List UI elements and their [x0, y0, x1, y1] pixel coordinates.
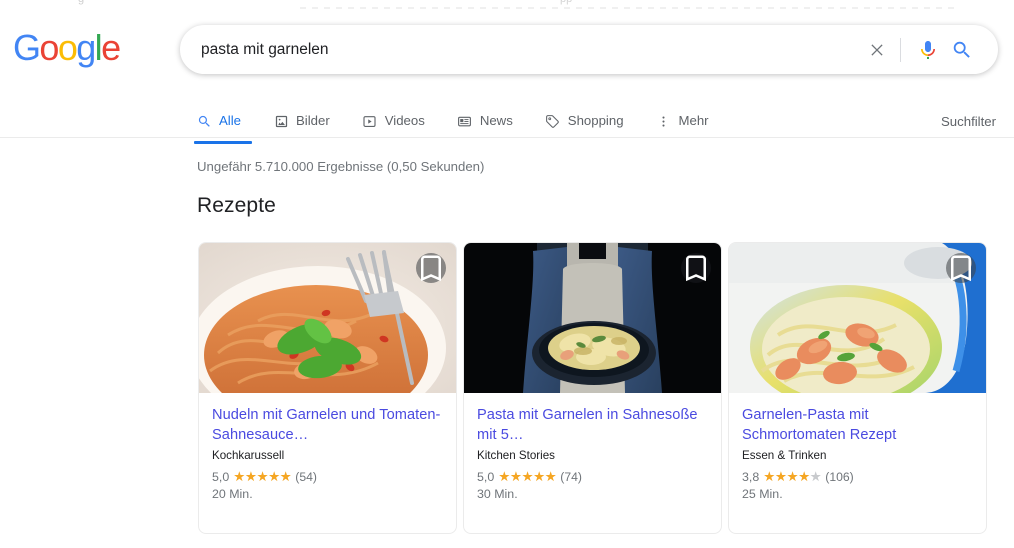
recipe-rating: 5,0 ★ ★ ★ ★ ★ (74): [477, 470, 708, 484]
recipe-source: Kitchen Stories: [477, 449, 555, 462]
search-header: Google pasta mit garnelen Alle Bilder Vi…: [0, 9, 1014, 144]
tab-label: Mehr: [678, 113, 709, 129]
browser-chrome-sliver: g pp: [0, 0, 1014, 9]
star-rating: ★ ★ ★ ★ ★: [763, 469, 822, 485]
star-icon: ★: [509, 469, 522, 485]
bookmark-icon[interactable]: [681, 253, 711, 283]
search-submit-icon[interactable]: [945, 33, 979, 67]
star-icon: ★: [763, 469, 775, 485]
recipe-title[interactable]: Nudeln mit Garnelen und Tomaten-Sahnesau…: [212, 405, 443, 445]
header-divider: [0, 137, 1014, 138]
google-search-results-page: g pp Google: [0, 0, 1014, 548]
bookmark-icon[interactable]: [946, 253, 976, 283]
recipe-image: [199, 243, 456, 393]
search-input[interactable]: [201, 34, 860, 65]
star-rating: ★ ★ ★ ★ ★: [233, 469, 292, 485]
star-icon: ★: [256, 469, 269, 485]
star-icon: ★: [268, 469, 280, 485]
recipe-title[interactable]: Garnelen-Pasta mit Schmortomaten Rezept: [742, 405, 973, 445]
rating-value: 5,0: [477, 470, 495, 484]
sliver-ghost-right: pp: [560, 0, 572, 5]
star-rating: ★ ★ ★ ★ ★: [498, 469, 557, 485]
search-icon: [196, 113, 212, 129]
tab-label: News: [479, 113, 513, 129]
search-tabs: Alle Bilder Videos News Shopping Mehr: [194, 101, 741, 144]
recipe-source: Essen & Trinken: [742, 449, 827, 462]
tab-bilder[interactable]: Bilder: [273, 101, 344, 141]
recipe-carousel[interactable]: Nudeln mit Garnelen und Tomaten-Sahnesau…: [198, 242, 998, 534]
review-count: (74): [560, 470, 582, 484]
logo-letter-o1: o: [39, 27, 59, 68]
star-icon: ★: [498, 469, 510, 485]
star-icon: ★: [533, 469, 545, 485]
rating-value: 5,0: [212, 470, 230, 484]
star-icon: ★: [786, 469, 799, 485]
result-stats: Ungefähr 5.710.000 Ergebnisse (0,50 Seku…: [197, 159, 485, 174]
more-vertical-icon: [656, 113, 672, 129]
recipe-source: Kochkarussell: [212, 449, 285, 462]
tab-videos[interactable]: Videos: [362, 101, 439, 141]
tab-label: Shopping: [567, 113, 624, 129]
recipe-time: 25 Min.: [742, 487, 783, 501]
logo-letter-g1: G: [13, 27, 41, 68]
star-icon: ★: [521, 469, 534, 485]
recipe-rating: 5,0 ★ ★ ★ ★ ★ (54): [212, 470, 443, 484]
logo-letter-e: e: [101, 27, 121, 68]
search-tools-label: Suchfilter: [941, 113, 996, 129]
active-tab-underline: [194, 141, 252, 144]
review-count: (54): [295, 470, 317, 484]
logo-letter-g2: g: [76, 27, 96, 68]
review-count: (106): [825, 470, 854, 484]
recipe-time: 30 Min.: [477, 487, 518, 501]
recipe-image: [729, 243, 986, 393]
logo-letter-o2: o: [57, 27, 78, 68]
recipe-body: Garnelen-Pasta mit Schmortomaten Rezept …: [729, 393, 986, 533]
page-title: Rezepte: [197, 194, 276, 217]
clear-search-icon[interactable]: [860, 33, 894, 67]
voice-search-icon[interactable]: [911, 33, 945, 67]
recipe-card[interactable]: Garnelen-Pasta mit Schmortomaten Rezept …: [728, 242, 987, 534]
tab-label: Bilder: [296, 113, 330, 129]
recipe-rating: 3,8 ★ ★ ★ ★ ★ (106): [742, 470, 973, 484]
star-icon: ★: [544, 469, 557, 485]
star-icon: ★: [774, 469, 787, 485]
star-icon: ★: [798, 469, 810, 485]
recipe-body: Nudeln mit Garnelen und Tomaten-Sahnesau…: [199, 393, 456, 533]
search-tools-button[interactable]: Suchfilter: [941, 101, 996, 141]
rating-value: 3,8: [742, 470, 760, 484]
tab-alle[interactable]: Alle: [194, 101, 255, 144]
tab-shopping[interactable]: Shopping: [545, 101, 638, 141]
recipe-card[interactable]: Nudeln mit Garnelen und Tomaten-Sahnesau…: [198, 242, 457, 534]
news-icon: [457, 113, 473, 129]
tab-mehr[interactable]: Mehr: [656, 101, 723, 141]
star-icon: ★: [233, 469, 245, 485]
search-icons-divider: [900, 37, 901, 62]
recipe-time: 20 Min.: [212, 487, 253, 501]
recipe-body: Pasta mit Garnelen in Sahnesoße mit 5… K…: [464, 393, 721, 533]
star-icon: ★: [279, 469, 292, 485]
recipe-card[interactable]: Pasta mit Garnelen in Sahnesoße mit 5… K…: [463, 242, 722, 534]
tab-label: Videos: [384, 113, 425, 129]
recipe-image: [464, 243, 721, 393]
image-icon: [273, 113, 289, 129]
tab-label: Alle: [219, 113, 241, 129]
star-icon: ★: [244, 469, 257, 485]
google-logo[interactable]: Google: [13, 27, 121, 68]
tag-icon: [545, 113, 561, 129]
search-box[interactable]: [180, 25, 998, 74]
bookmark-icon[interactable]: [416, 253, 446, 283]
tab-news[interactable]: News: [457, 101, 527, 141]
search-box-icons: [860, 26, 997, 73]
recipe-title[interactable]: Pasta mit Garnelen in Sahnesoße mit 5…: [477, 405, 708, 445]
video-icon: [362, 113, 378, 129]
star-icon-empty: ★: [809, 469, 822, 485]
sliver-ghost-left: g: [78, 0, 84, 5]
